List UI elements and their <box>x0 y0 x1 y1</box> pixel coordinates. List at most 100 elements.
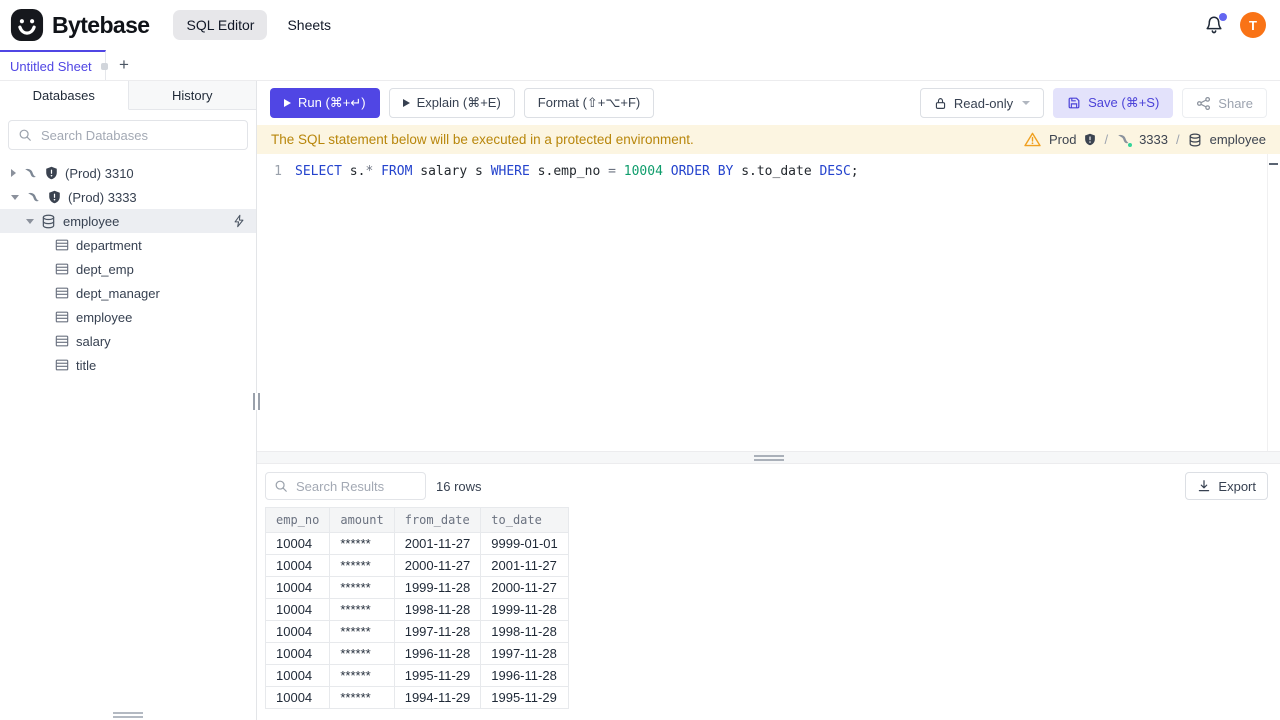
sidebar-bottom-resize-handle[interactable] <box>113 712 143 718</box>
results-resize-divider[interactable] <box>257 451 1280 464</box>
cell: 10004 <box>264 664 331 687</box>
database-icon <box>41 214 56 229</box>
cell: 1994-11-29 <box>393 686 482 709</box>
lock-icon <box>934 97 947 110</box>
explain-button[interactable]: Explain (⌘+E) <box>388 88 515 118</box>
readonly-label: Read-only <box>953 95 1014 111</box>
export-button[interactable]: Export <box>1185 472 1268 500</box>
environment-shield-icon <box>1084 133 1096 146</box>
cell: 1996-11-28 <box>480 664 569 687</box>
sql-token: s. <box>341 164 366 179</box>
cell: 2000-11-27 <box>480 576 569 599</box>
notification-bell-icon[interactable] <box>1204 13 1227 35</box>
cell: 10004 <box>264 642 331 665</box>
table-icon <box>55 238 69 252</box>
cell: 1998-11-28 <box>393 598 482 621</box>
table-icon <box>55 358 69 372</box>
mysql-engine-icon <box>1116 132 1134 148</box>
cell: 1996-11-28 <box>393 642 482 665</box>
warning-triangle-icon <box>1024 132 1041 147</box>
brand-name: Bytebase <box>52 11 150 38</box>
avatar[interactable]: T <box>1240 12 1266 38</box>
run-button-label: Run (⌘+↵) <box>298 95 366 110</box>
cell: ****** <box>329 620 395 643</box>
table-row: 10004 ****** 1996-11-28 1997-11-28 <box>264 642 569 665</box>
tree-instance-prod-3310[interactable]: (Prod) 3310 <box>0 161 256 185</box>
results-header: 16 rows Export <box>257 464 1280 507</box>
sql-code: SELECT s.* FROM salary s WHERE s.emp_no … <box>295 162 859 181</box>
tree-item-label: employee <box>63 213 120 229</box>
environment-shield-icon <box>48 190 61 204</box>
save-button[interactable]: Save (⌘+S) <box>1053 88 1174 118</box>
tree-item-label: dept_manager <box>76 285 160 301</box>
tree-instance-prod-3333[interactable]: (Prod) 3333 <box>0 185 256 209</box>
table-icon <box>55 334 69 348</box>
connection-status-dot <box>1127 142 1134 148</box>
nav-sheets[interactable]: Sheets <box>287 17 331 33</box>
cell: ****** <box>329 576 395 599</box>
results-table-wrap: emp_no amount from_date to_date 10004 ***… <box>257 507 1280 720</box>
sql-token: ; <box>850 164 859 179</box>
chevron-down-icon[interactable] <box>11 194 19 200</box>
table-header-row: emp_no amount from_date to_date <box>264 507 569 533</box>
tree-table-salary[interactable]: salary <box>0 329 256 353</box>
sidebar: Databases History Search Databases (Prod… <box>0 81 260 720</box>
tree-database-employee[interactable]: employee <box>0 209 256 233</box>
column-header-from-date: from_date <box>393 507 482 533</box>
sql-token: DESC <box>819 164 851 179</box>
readonly-mode-dropdown[interactable]: Read-only <box>919 88 1045 118</box>
table-row: 10004 ****** 1999-11-28 2000-11-27 <box>264 576 569 599</box>
table-row: 10004 ****** 1995-11-29 1996-11-28 <box>264 664 569 687</box>
cell: 1999-11-28 <box>480 598 569 621</box>
environment-badge[interactable]: Prod <box>1049 132 1076 147</box>
database-name[interactable]: employee <box>1210 132 1266 147</box>
column-header-emp-no: emp_no <box>264 507 331 533</box>
protected-environment-banner: The SQL statement below will be executed… <box>257 125 1280 154</box>
cell: 1998-11-28 <box>480 620 569 643</box>
tree-table-employee[interactable]: employee <box>0 305 256 329</box>
resize-handle-icon[interactable] <box>753 454 784 461</box>
tree-table-dept-manager[interactable]: dept_manager <box>0 281 256 305</box>
tree-table-title[interactable]: title <box>0 353 256 377</box>
share-button[interactable]: Share <box>1182 88 1267 118</box>
brand[interactable]: Bytebase <box>10 8 150 42</box>
cell: 10004 <box>264 532 331 555</box>
tree-table-department[interactable]: department <box>0 233 256 257</box>
cell: 10004 <box>264 686 331 709</box>
sql-code-line[interactable]: 1 SELECT s.* FROM salary s WHERE s.emp_n… <box>257 162 1280 181</box>
cell: ****** <box>329 532 395 555</box>
chevron-down-icon[interactable] <box>26 218 34 224</box>
mysql-engine-icon <box>23 166 38 181</box>
connect-bolt-icon[interactable] <box>232 214 246 228</box>
tree-item-label: dept_emp <box>76 261 134 277</box>
sql-editor[interactable]: 1 SELECT s.* FROM salary s WHERE s.emp_n… <box>257 154 1280 451</box>
header-right: T <box>1204 12 1266 38</box>
format-button[interactable]: Format (⇧+⌥+F) <box>523 88 655 118</box>
cell: 1997-11-28 <box>393 620 482 643</box>
tree-table-dept-emp[interactable]: dept_emp <box>0 257 256 281</box>
chevron-right-icon[interactable] <box>11 169 16 177</box>
editor-scrollbar[interactable] <box>1267 154 1280 451</box>
main-nav: SQL Editor Sheets <box>173 10 331 40</box>
results-panel: 16 rows Export emp_no amount <box>257 464 1280 720</box>
cell: 2001-11-27 <box>393 532 482 555</box>
table-row: 10004 ****** 2000-11-27 2001-11-27 <box>264 554 569 577</box>
tab-databases[interactable]: Databases <box>0 81 129 110</box>
nav-sql-editor[interactable]: SQL Editor <box>173 10 268 40</box>
add-sheet-button[interactable]: + <box>106 50 142 80</box>
cell: 10004 <box>264 598 331 621</box>
search-databases-input[interactable] <box>39 126 238 144</box>
run-button[interactable]: Run (⌘+↵) <box>270 88 380 118</box>
tab-untitled-sheet[interactable]: Untitled Sheet <box>0 50 108 80</box>
cell: 10004 <box>264 576 331 599</box>
sidebar-resize-handle[interactable] <box>253 393 260 410</box>
line-number: 1 <box>274 164 282 179</box>
breadcrumb-separator: / <box>1104 132 1109 147</box>
search-results-input[interactable] <box>294 477 417 495</box>
cell: ****** <box>329 642 395 665</box>
mysql-engine-icon <box>26 190 41 205</box>
format-button-label: Format (⇧+⌥+F) <box>537 95 641 110</box>
cell: 2001-11-27 <box>480 554 569 577</box>
instance-name[interactable]: 3333 <box>1139 132 1168 147</box>
tab-history[interactable]: History <box>128 81 256 110</box>
